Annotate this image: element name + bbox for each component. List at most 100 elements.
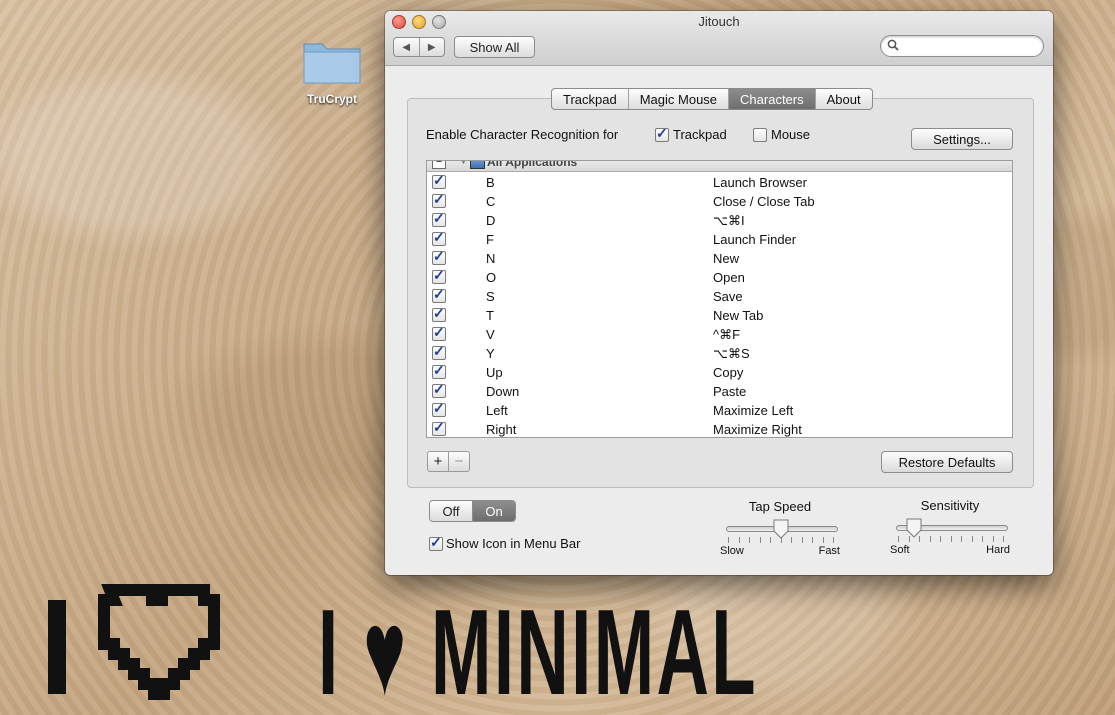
back-arrow-icon[interactable]: ◀ — [394, 38, 419, 56]
table-row[interactable]: Right Maximize Right — [427, 419, 1012, 437]
row-character: D — [486, 213, 496, 228]
row-action: ^⌘F — [713, 327, 741, 342]
row-action: Save — [713, 289, 743, 304]
table-row[interactable]: S Save — [427, 286, 1012, 306]
row-character: Right — [486, 422, 517, 437]
row-checkbox[interactable] — [432, 419, 446, 436]
row-character: V — [486, 327, 495, 342]
enable-recognition-label: Enable Character Recognition for — [426, 127, 619, 142]
add-gesture-button[interactable]: + — [427, 451, 449, 472]
group-label: All Applications — [487, 160, 578, 169]
row-character: O — [486, 270, 497, 285]
table-row[interactable]: N New — [427, 248, 1012, 268]
row-checkbox[interactable] — [432, 267, 446, 284]
search-field[interactable] — [880, 35, 1044, 57]
tab-bar: Trackpad Magic Mouse Characters About — [551, 88, 873, 110]
show-all-button[interactable]: Show All — [454, 36, 535, 58]
table-row[interactable]: O Open — [427, 267, 1012, 287]
row-character: C — [486, 194, 496, 209]
row-checkbox[interactable] — [432, 381, 446, 398]
row-character: Left — [486, 403, 508, 418]
mouse-option-label: Mouse — [771, 127, 811, 142]
row-action: Maximize Right — [713, 422, 802, 437]
row-checkbox[interactable] — [432, 229, 446, 246]
row-checkbox[interactable] — [432, 210, 446, 227]
app-window-icon — [470, 161, 485, 169]
wallpaper-logo: I ♥ MINIMAL — [48, 584, 758, 710]
folder-icon — [303, 43, 361, 84]
table-row[interactable]: Up Copy — [427, 362, 1012, 382]
row-checkbox[interactable] — [432, 191, 446, 208]
folder-label: TruCrypt — [306, 92, 357, 106]
desktop-folder-trucrypt[interactable]: TruCrypt — [296, 36, 368, 106]
tab-magic-mouse[interactable]: Magic Mouse — [627, 89, 728, 109]
settings-button[interactable]: Settings... — [911, 128, 1013, 150]
sensitivity-title: Sensitivity — [920, 498, 980, 513]
table-row[interactable]: T New Tab — [427, 305, 1012, 325]
row-character: S — [486, 289, 495, 304]
title-bar[interactable]: Jitouch ◀ ▶ Show All — [385, 11, 1053, 66]
row-action: Launch Browser — [713, 175, 807, 190]
back-forward-control: ◀ ▶ — [393, 37, 445, 57]
search-icon — [887, 39, 899, 51]
menu-bar-checkbox[interactable] — [429, 534, 443, 551]
table-row[interactable]: B Launch Browser — [427, 172, 1012, 192]
row-action: ⌥⌘S — [713, 346, 750, 361]
sensitivity-min-label: Soft — [890, 544, 910, 556]
restore-defaults-button[interactable]: Restore Defaults — [881, 451, 1013, 473]
row-character: Down — [486, 384, 520, 399]
tap-speed-min-label: Slow — [720, 545, 744, 557]
tap-speed-slider-group: Tap Speed Slow Fast — [720, 499, 840, 557]
row-checkbox[interactable] — [432, 400, 446, 417]
row-checkbox[interactable] — [432, 286, 446, 303]
table-row[interactable]: Down Paste — [427, 381, 1012, 401]
row-action: Open — [713, 270, 745, 285]
table-row[interactable]: Y ⌥⌘S — [427, 343, 1012, 363]
row-checkbox[interactable] — [432, 324, 446, 341]
tab-about[interactable]: About — [814, 89, 872, 109]
search-input[interactable] — [903, 38, 1039, 55]
show-icon-menu-bar-option[interactable]: Show Icon in Menu Bar — [429, 534, 580, 551]
row-action: New — [713, 251, 740, 266]
trackpad-option[interactable]: Trackpad — [655, 125, 727, 142]
mouse-option[interactable]: Mouse — [753, 127, 810, 142]
group-checkbox[interactable]: – — [432, 161, 446, 169]
row-checkbox[interactable] — [432, 305, 446, 322]
row-character: B — [486, 175, 495, 190]
tab-trackpad[interactable]: Trackpad — [552, 89, 628, 109]
wallpaper-logo-text: I ♥ MINIMAL — [318, 584, 758, 710]
power-toggle: Off On — [429, 500, 516, 522]
row-character: N — [486, 251, 496, 266]
remove-gesture-button[interactable]: − — [448, 451, 470, 472]
trackpad-checkbox[interactable] — [655, 125, 669, 142]
row-action: Maximize Left — [713, 403, 794, 418]
row-character: T — [486, 308, 494, 323]
row-checkbox[interactable] — [432, 362, 446, 379]
forward-arrow-icon[interactable]: ▶ — [418, 38, 445, 56]
row-action: Launch Finder — [713, 232, 797, 247]
row-character: Y — [486, 346, 495, 361]
table-row[interactable]: V ^⌘F — [427, 324, 1012, 344]
row-action: ⌥⌘I — [713, 213, 745, 228]
mouse-checkbox[interactable] — [753, 127, 767, 142]
row-character: Up — [486, 365, 503, 380]
table-row[interactable]: Left Maximize Left — [427, 400, 1012, 420]
table-row[interactable]: F Launch Finder — [427, 229, 1012, 249]
off-button[interactable]: Off — [430, 501, 473, 521]
row-character: F — [486, 232, 494, 247]
row-action: Close / Close Tab — [713, 194, 815, 209]
gesture-list[interactable]: – ▼ All Applications B Launch Browser C Clo… — [426, 160, 1013, 438]
row-action: New Tab — [713, 308, 764, 323]
on-button[interactable]: On — [473, 501, 515, 521]
row-checkbox[interactable] — [432, 248, 446, 265]
list-group-header[interactable]: – ▼ All Applications — [427, 160, 1012, 172]
row-checkbox[interactable] — [432, 343, 446, 360]
row-checkbox[interactable] — [432, 172, 446, 189]
window-title: Jitouch — [698, 14, 740, 29]
row-action: Copy — [713, 365, 744, 380]
row-action: Paste — [713, 384, 747, 399]
tab-characters[interactable]: Characters — [728, 89, 815, 109]
table-row[interactable]: D ⌥⌘I — [427, 210, 1012, 230]
table-row[interactable]: C Close / Close Tab — [427, 191, 1012, 211]
disclosure-triangle-icon[interactable]: ▼ — [459, 161, 468, 166]
